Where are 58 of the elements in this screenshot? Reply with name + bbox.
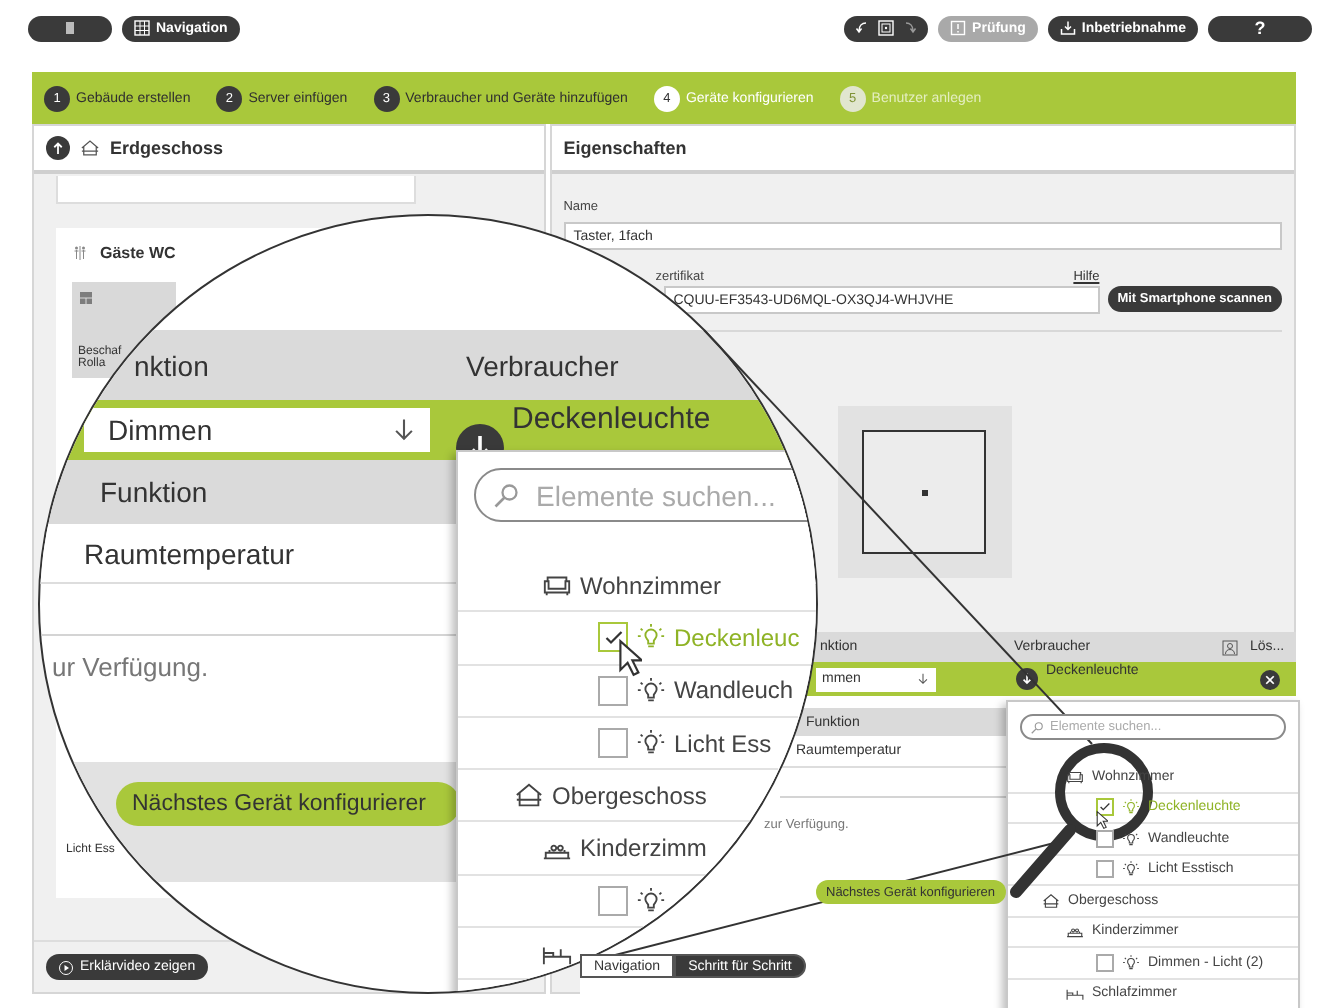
warning-icon: [950, 20, 967, 36]
down-button-icon[interactable]: [1016, 668, 1038, 690]
light-bulb-icon: [636, 675, 666, 706]
down-arrow-icon: [390, 416, 418, 444]
light-bulb-icon: [636, 728, 666, 759]
tree-item[interactable]: Kinderzimm: [458, 822, 718, 876]
tree-item[interactable]: Obergeschoss: [458, 770, 752, 823]
checkbox[interactable]: [598, 885, 628, 916]
column-header: Funktion: [100, 476, 208, 508]
clear-icon[interactable]: [1260, 669, 1280, 689]
room-title: Gäste WC: [100, 244, 176, 262]
checkbox[interactable]: [1096, 860, 1114, 879]
house-icon: [80, 138, 100, 158]
menu-button[interactable]: [28, 15, 112, 41]
bed-icon: [1066, 922, 1084, 941]
light-bulb-icon: [636, 885, 666, 916]
sofa-icon: [1066, 767, 1084, 786]
cursor-icon: [1096, 810, 1108, 830]
tree-item[interactable]: Licht Ess: [458, 717, 778, 771]
light-bulb-icon: [636, 622, 666, 653]
grid-icon: [134, 20, 150, 36]
function-dropdown[interactable]: Dimmen: [84, 408, 430, 452]
search-icon: [1030, 720, 1044, 734]
checkbox[interactable]: [598, 675, 628, 706]
checkbox[interactable]: [1096, 798, 1114, 817]
next-device-button[interactable]: Nächstes Gerät konfigurierer: [116, 782, 460, 826]
consumer-name: Deckenleuchte: [512, 400, 711, 436]
device-icon[interactable]: [878, 20, 895, 36]
house-icon: [1042, 891, 1060, 910]
house-icon: [514, 780, 544, 811]
panel-title: Erdgeschoss: [110, 138, 224, 158]
checkmark-icon: [1098, 800, 1112, 815]
down-arrow-icon: [916, 672, 930, 686]
light-bulb-icon: [1122, 829, 1140, 848]
help-button[interactable]: ?: [1208, 15, 1312, 41]
cursor-icon: [618, 638, 642, 678]
checkbox[interactable]: [598, 728, 628, 759]
undo-icon[interactable]: [854, 20, 871, 36]
redo-icon[interactable]: [902, 20, 919, 36]
download-icon: [1059, 20, 1076, 36]
column-header: Verbraucher: [466, 349, 619, 381]
search-icon: [492, 481, 520, 509]
checkmark-icon: [601, 625, 625, 650]
info-text: ur Verfügung.: [52, 652, 209, 682]
blinds-icon: [78, 290, 94, 306]
table-cell: Raumtemperatur: [84, 537, 295, 569]
light-bulb-icon: [1122, 798, 1140, 817]
light-bulb-icon: [1122, 860, 1140, 879]
bed-icon: [1066, 984, 1084, 1003]
panel-title: Eigenschaften: [563, 138, 687, 158]
checkbox[interactable]: [1096, 829, 1114, 848]
play-icon: [58, 959, 74, 975]
light-bulb-icon: [1122, 953, 1140, 972]
up-button-icon[interactable]: [46, 136, 70, 160]
checkbox[interactable]: [1096, 953, 1114, 972]
tree-item[interactable]: Wohnzimmer: [458, 560, 816, 613]
tree-item[interactable]: Wandleuch: [458, 665, 798, 718]
person-icon[interactable]: [1222, 639, 1238, 655]
